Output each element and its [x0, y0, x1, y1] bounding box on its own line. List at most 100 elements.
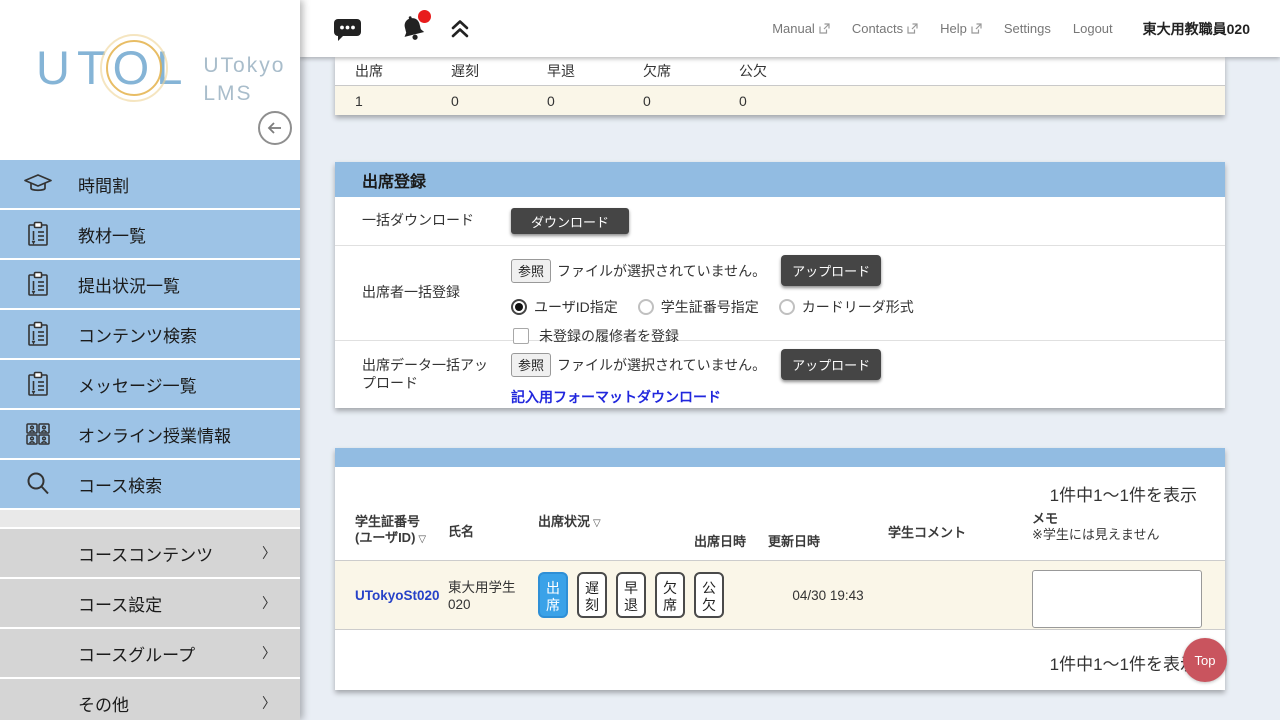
external-link-icon [971, 23, 982, 34]
sidebar-item-course-search[interactable]: コース検索 [0, 460, 300, 508]
chevron-right-icon: 〉 [262, 693, 276, 713]
arrow-left-icon [265, 118, 285, 138]
notification-badge-dot [418, 10, 431, 23]
chevron-right-icon: 〉 [262, 543, 276, 563]
bulk-download-label: 一括ダウンロード [335, 197, 496, 245]
status-button-late[interactable]: 遅刻 [577, 572, 607, 618]
bulk-download-row: 一括ダウンロード ダウンロード [335, 197, 1225, 246]
sidebar-item-label: コース設定 [78, 591, 162, 616]
download-button[interactable]: ダウンロード [511, 208, 629, 234]
file-selected-status: ファイルが選択されていません。 [557, 261, 766, 281]
contacts-link-label: Contacts [852, 21, 903, 36]
chevron-right-icon: 〉 [262, 643, 276, 663]
sidebar-item-materials[interactable]: 教材一覧 [0, 210, 300, 258]
attendance-summary-table: 出席 遅刻 早退 欠席 公欠 1 0 0 0 0 [335, 57, 1225, 115]
settings-link-label: Settings [1004, 21, 1051, 36]
manual-link[interactable]: Manual [772, 21, 830, 36]
sidebar-collapse-button[interactable] [258, 111, 292, 145]
chat-icon[interactable] [333, 16, 362, 42]
logout-link-label: Logout [1073, 21, 1113, 36]
student-attendance-table: 1件中1〜1件を表示 学生証番号 (ユーザID)▽ 氏名 出席状況▽ 出席日時 … [335, 448, 1225, 690]
upload-button[interactable]: アップロード [781, 349, 881, 380]
attendance-data-upload-label: 出席データ一括アップロード [335, 341, 496, 408]
sidebar: UTOL UTokyo LMS 時間割 [0, 0, 300, 720]
external-link-icon [819, 23, 830, 34]
sidebar-item-label: その他 [78, 691, 129, 716]
content-search-icon [18, 320, 58, 348]
browse-file-button[interactable]: 参照 [511, 353, 551, 377]
update-datetime: 04/30 19:43 [768, 588, 888, 603]
sidebar-item-submissions[interactable]: 提出状況一覧 [0, 260, 300, 308]
status-button-present[interactable]: 出席 [538, 572, 568, 618]
summary-col-header: 出席 [355, 61, 451, 81]
sidebar-divider [0, 510, 300, 527]
column-header-status[interactable]: 出席状況▽ [538, 514, 601, 532]
sidebar-item-content-search[interactable]: コンテンツ検索 [0, 310, 300, 358]
student-name: 東大用学生020 [448, 579, 532, 613]
summary-col-header: 遅刻 [451, 61, 547, 81]
utol-logo: UTOL UTokyo LMS [36, 44, 285, 109]
sidebar-item-online-class[interactable]: オンライン授業情報 [0, 410, 300, 458]
column-header-student-id[interactable]: 学生証番号 (ユーザID)▽ [355, 514, 426, 548]
file-selected-status: ファイルが選択されていません。 [557, 355, 766, 375]
status-button-excused[interactable]: 公欠 [694, 572, 724, 618]
graduation-cap-icon [18, 172, 58, 196]
radio-student-card-number[interactable] [638, 299, 654, 315]
sidebar-item-messages[interactable]: メッセージ一覧 [0, 360, 300, 408]
result-count-bottom: 1件中1〜1件を表示 [1050, 650, 1197, 675]
messages-icon [18, 370, 58, 398]
online-class-icon [18, 421, 58, 447]
attendee-bulk-register-row: 出席者一括登録 参照 ファイルが選択されていません。 アップロード ユーザID指… [335, 246, 1225, 341]
status-button-absent[interactable]: 欠席 [655, 572, 685, 618]
column-header-text: 学生証番号 [355, 514, 426, 530]
memo-textarea[interactable] [1032, 570, 1202, 628]
column-header-comment: 学生コメント [888, 525, 966, 541]
help-link[interactable]: Help [940, 21, 982, 36]
column-header-text: (ユーザID) [355, 530, 415, 545]
logout-link[interactable]: Logout [1073, 21, 1113, 36]
sidebar-item-label: コースコンテンツ [78, 541, 213, 566]
sidebar-item-label: オンライン授業情報 [78, 422, 231, 447]
radio-user-id[interactable] [511, 299, 527, 315]
attendance-status-buttons: 出席 遅刻 早退 欠席 公欠 [538, 572, 724, 618]
section-title: 出席登録 [335, 162, 1225, 197]
format-download-link[interactable]: 記入用フォーマットダウンロード [511, 387, 721, 407]
sidebar-item-label: コンテンツ検索 [78, 322, 197, 347]
back-to-top-button[interactable]: Top [1183, 638, 1227, 682]
settings-link[interactable]: Settings [1004, 21, 1051, 36]
summary-header-row: 出席 遅刻 早退 欠席 公欠 [335, 57, 1225, 85]
sidebar-item-label: 時間割 [78, 172, 129, 197]
student-id-link[interactable]: UTokyoSt020 [355, 588, 440, 603]
logo-subtitle: UTokyo LMS [203, 52, 285, 109]
help-link-label: Help [940, 21, 967, 36]
result-count-top: 1件中1〜1件を表示 [1050, 481, 1197, 506]
summary-value: 0 [739, 93, 835, 109]
top-header-bar: Manual Contacts Help Settings Logout 東大用… [300, 0, 1280, 57]
sidebar-item-course-settings[interactable]: コース設定 〉 [0, 579, 300, 627]
column-header-attend-time: 出席日時 [694, 534, 746, 550]
sidebar-item-course-contents[interactable]: コースコンテンツ 〉 [0, 529, 300, 577]
browse-file-button[interactable]: 参照 [511, 259, 551, 283]
summary-value: 0 [547, 93, 643, 109]
attendance-registration-section: 出席登録 一括ダウンロード ダウンロード 出席者一括登録 参照 ファイルが選択さ… [335, 162, 1225, 408]
sidebar-item-label: 教材一覧 [78, 222, 146, 247]
status-button-early-leave[interactable]: 早退 [616, 572, 646, 618]
notifications-bell-icon[interactable] [398, 14, 428, 44]
sidebar-item-others[interactable]: その他 〉 [0, 679, 300, 720]
chevron-right-icon: 〉 [262, 593, 276, 613]
contacts-link[interactable]: Contacts [852, 21, 918, 36]
sidebar-item-timetable[interactable]: 時間割 [0, 160, 300, 208]
summary-value: 0 [643, 93, 739, 109]
summary-col-header: 早退 [547, 61, 643, 81]
sidebar-nav: 時間割 教材一覧 提出状況一覧 [0, 160, 300, 720]
sidebar-item-label: コースグループ [78, 641, 195, 666]
column-header-note: ※学生には見えません [1032, 527, 1160, 543]
upload-button[interactable]: アップロード [781, 255, 881, 286]
collapse-header-chevrons-icon[interactable] [448, 17, 472, 41]
sidebar-item-course-group[interactable]: コースグループ 〉 [0, 629, 300, 677]
column-header-update-time: 更新日時 [768, 534, 820, 550]
radio-card-reader[interactable] [779, 299, 795, 315]
summary-col-header: 公欠 [739, 61, 835, 81]
sort-icon[interactable]: ▽ [593, 518, 601, 529]
sort-icon[interactable]: ▽ [418, 534, 426, 545]
